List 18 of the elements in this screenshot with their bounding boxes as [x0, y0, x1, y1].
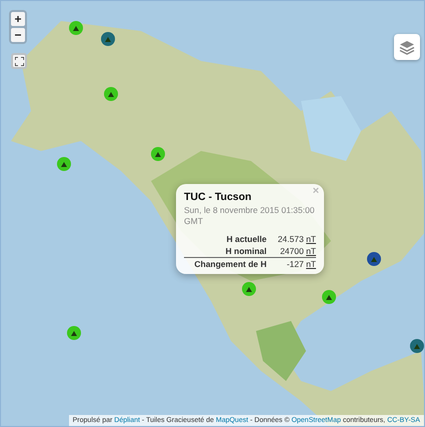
row-label: H actuelle — [225, 233, 268, 246]
fullscreen-icon — [14, 56, 24, 66]
zoom-in-button[interactable]: + — [11, 12, 25, 26]
marker-icon[interactable] — [67, 326, 81, 340]
row-value: 24700 nT — [272, 245, 316, 258]
row-value: -127 nT — [272, 258, 316, 270]
zoom-out-button[interactable]: − — [11, 28, 25, 42]
layers-button[interactable] — [394, 34, 420, 60]
fullscreen-button[interactable] — [11, 53, 27, 69]
marker-icon[interactable] — [57, 157, 71, 171]
layers-icon — [399, 39, 415, 55]
station-title: TUC - Tucson — [184, 191, 252, 203]
marker-icon[interactable] — [410, 339, 424, 353]
row-label: H nominal — [184, 245, 273, 258]
timestamp: Sun, le 8 novembre 2015 01:35:00 GMT — [184, 205, 316, 228]
marker-icon[interactable] — [69, 21, 83, 35]
row-label: Changement de H — [184, 258, 273, 270]
row-value: 24.573 nT — [276, 233, 316, 246]
